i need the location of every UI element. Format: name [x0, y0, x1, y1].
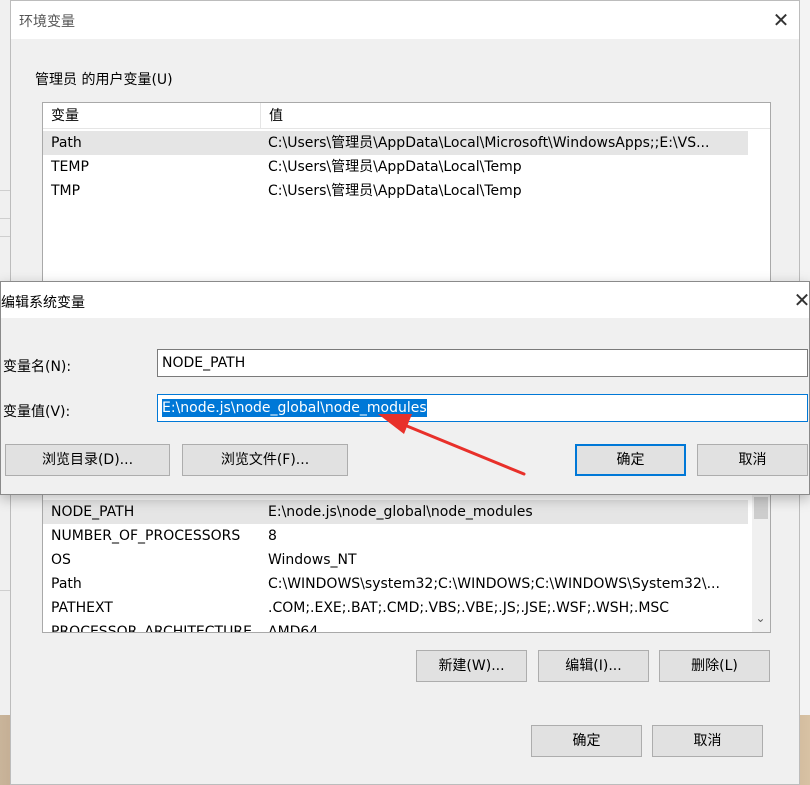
ok-button[interactable]: 确定: [531, 725, 642, 757]
edit-button[interactable]: 编辑(I)...: [538, 650, 649, 682]
list-item[interactable]: OS Windows_NT: [43, 548, 770, 572]
scroll-thumb[interactable]: [754, 497, 768, 519]
variable-name-label: 变量名(N):: [3, 359, 72, 375]
variable-value: E:\node.js\node_global\node_modules: [268, 504, 533, 520]
variable-name: PATHEXT: [51, 600, 113, 616]
list-item[interactable]: Path C:\Users\管理员\AppData\Local\Microsof…: [43, 131, 748, 155]
close-icon[interactable]: ✕: [788, 286, 810, 314]
selected-value-text: E:\node.js\node_global\node_modules: [162, 399, 427, 417]
list-item[interactable]: NUMBER_OF_PROCESSORS 8: [43, 524, 770, 548]
variable-value-label: 变量值(V):: [3, 404, 71, 420]
variable-value: Windows_NT: [268, 552, 357, 568]
window-title: 环境变量: [19, 14, 75, 30]
list-item[interactable]: PATHEXT .COM;.EXE;.BAT;.CMD;.VBS;.VBE;.J…: [43, 596, 770, 620]
dialog-title-bar: 编辑系统变量 ✕: [1, 282, 810, 318]
user-variables-label: 管理员 的用户变量(U): [35, 72, 173, 88]
variable-value: C:\Users\管理员\AppData\Local\Microsoft\Win…: [268, 135, 710, 151]
dialog-title: 编辑系统变量: [1, 295, 85, 311]
variable-value: C:\Users\管理员\AppData\Local\Temp: [268, 159, 522, 175]
variable-name: Path: [51, 576, 82, 592]
variable-value: 8: [268, 528, 277, 544]
variable-value-field[interactable]: E:\node.js\node_global\node_modules: [157, 394, 808, 422]
title-bar: 环境变量 ✕: [11, 1, 799, 39]
new-button[interactable]: 新建(W)...: [416, 650, 527, 682]
browse-directory-button[interactable]: 浏览目录(D)...: [5, 444, 170, 476]
browse-file-button[interactable]: 浏览文件(F)...: [182, 444, 348, 476]
variable-value: AMD64: [268, 624, 319, 633]
edit-system-variable-dialog: 编辑系统变量 ✕ 变量名(N): NODE_PATH 变量值(V): E:\no…: [0, 281, 810, 495]
list-item[interactable]: PROCESSOR_ARCHITECTURE AMD64: [43, 620, 770, 633]
list-item[interactable]: NODE_PATH E:\node.js\node_global\node_mo…: [43, 500, 748, 524]
cancel-button[interactable]: 取消: [652, 725, 763, 757]
variable-value: .COM;.EXE;.BAT;.CMD;.VBS;.VBE;.JS;.JSE;.…: [268, 600, 670, 616]
dialog-ok-button[interactable]: 确定: [575, 444, 686, 476]
variable-name: Path: [51, 135, 82, 151]
list-item[interactable]: TEMP C:\Users\管理员\AppData\Local\Temp: [43, 155, 770, 179]
variable-value: C:\Users\管理员\AppData\Local\Temp: [268, 183, 522, 199]
close-icon[interactable]: ✕: [767, 6, 795, 34]
variable-name: OS: [51, 552, 71, 568]
column-header-value[interactable]: 值: [261, 103, 761, 129]
column-header-variable[interactable]: 变量: [43, 103, 261, 129]
scroll-down-icon[interactable]: ⌄: [752, 611, 769, 625]
dialog-cancel-button[interactable]: 取消: [697, 444, 808, 476]
variable-value: C:\WINDOWS\system32;C:\WINDOWS;C:\WINDOW…: [268, 576, 720, 592]
variable-name: NUMBER_OF_PROCESSORS: [51, 528, 241, 544]
list-item[interactable]: Path C:\WINDOWS\system32;C:\WINDOWS;C:\W…: [43, 572, 770, 596]
list-header: 变量 值: [43, 103, 770, 129]
variable-name: NODE_PATH: [51, 504, 135, 520]
variable-name: TMP: [51, 183, 81, 199]
list-item[interactable]: TMP C:\Users\管理员\AppData\Local\Temp: [43, 179, 770, 203]
variable-name-field[interactable]: NODE_PATH: [157, 349, 808, 377]
variable-name: TEMP: [51, 159, 89, 175]
variable-name: PROCESSOR_ARCHITECTURE: [51, 624, 252, 633]
user-variables-list[interactable]: 变量 值 Path C:\Users\管理员\AppData\Local\Mic…: [42, 102, 771, 282]
delete-button[interactable]: 删除(L): [659, 650, 770, 682]
